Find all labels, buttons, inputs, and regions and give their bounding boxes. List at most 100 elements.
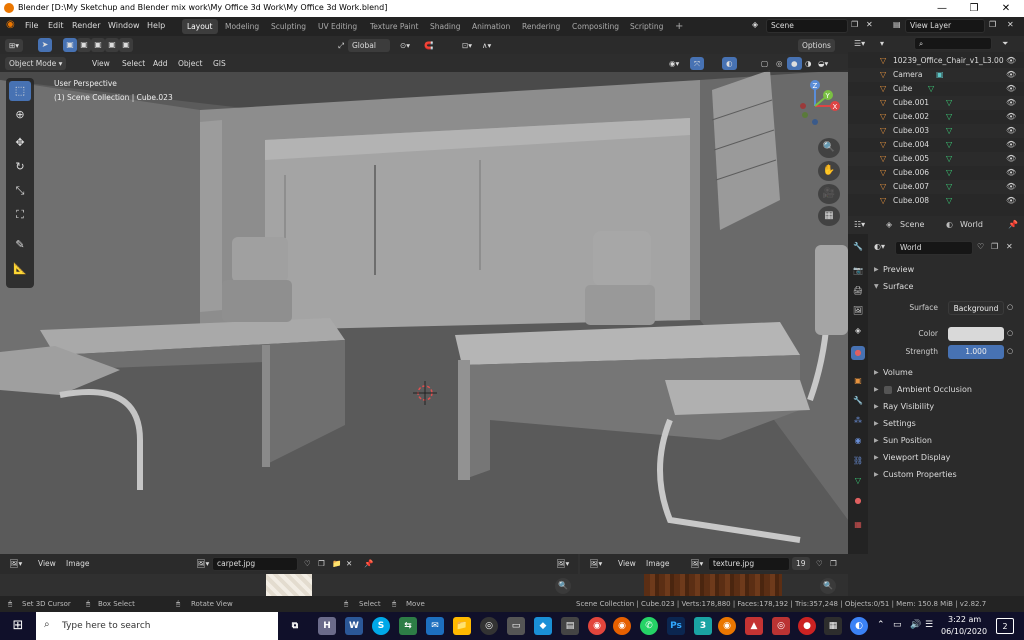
fake-user-icon[interactable]: ♡ xyxy=(977,242,984,251)
photoshop-icon[interactable]: Ps xyxy=(667,617,685,635)
app-icon[interactable]: 3 xyxy=(694,617,712,635)
visibility-icon[interactable]: ◉▾ xyxy=(665,57,683,70)
rendered-shading-icon[interactable]: ◒▾ xyxy=(814,57,832,70)
world-tab-icon[interactable]: ● xyxy=(851,346,865,360)
object-mode-dropdown[interactable]: Object Mode ▾ xyxy=(5,57,67,70)
image-editor-left-view-icon[interactable]: 🖼▾ xyxy=(552,557,573,570)
eye-icon[interactable]: 👁 xyxy=(1006,124,1016,138)
particles-tab-icon[interactable]: ⁂ xyxy=(851,414,865,428)
outliner-search-input[interactable]: ⌕ xyxy=(914,37,992,50)
view-layer-tab-icon[interactable]: 🖼 xyxy=(851,304,865,318)
pivot-point-icon[interactable]: ⊙▾ xyxy=(396,39,414,52)
outliner-item[interactable]: ▽ Cube.008 ▽ 👁 xyxy=(848,194,1024,208)
options-dropdown[interactable]: Options xyxy=(798,39,835,52)
app-icon[interactable]: ⇆ xyxy=(399,617,417,635)
eye-icon[interactable]: 👁 xyxy=(1006,194,1016,208)
outliner-item[interactable]: ▽ Cube.002 ▽ 👁 xyxy=(848,110,1024,124)
viewport-menu-view[interactable]: View xyxy=(88,57,114,70)
image-zoom-icon-right[interactable]: 🔍 xyxy=(820,578,836,594)
panel-settings[interactable]: ▶ Settings xyxy=(870,416,1022,432)
word-icon[interactable]: W xyxy=(345,617,363,635)
outliner-item[interactable]: ▽ Cube.005 ▽ 👁 xyxy=(848,152,1024,166)
select-intersect-icon[interactable]: ▣ xyxy=(119,38,133,52)
outliner-item[interactable]: ▽ Cube.003 ▽ 👁 xyxy=(848,124,1024,138)
editor-type-icon[interactable]: ⊞▾ xyxy=(5,39,24,52)
image-unlink-icon[interactable]: ✕ xyxy=(342,557,356,570)
transform-tool-icon[interactable]: ⛶ xyxy=(9,205,31,225)
image-zoom-icon-left[interactable]: 🔍 xyxy=(555,578,571,594)
tab-shading[interactable]: Shading xyxy=(425,19,465,34)
image-fake-user-icon[interactable]: ♡ xyxy=(812,557,827,570)
select-extend-icon[interactable]: ▣ xyxy=(77,38,91,52)
image-editor-right-menu-view[interactable]: View xyxy=(614,557,640,570)
measure-tool-icon[interactable]: 📐 xyxy=(9,259,31,279)
eye-icon[interactable]: 👁 xyxy=(1006,166,1016,180)
eye-icon[interactable]: 👁 xyxy=(1006,110,1016,124)
navigation-gizmo[interactable]: Z X Y xyxy=(795,78,845,138)
outliner-editor-icon[interactable]: ☰▾ xyxy=(854,39,865,48)
image-editor-left-menu-view[interactable]: View xyxy=(34,557,60,570)
minimize-button[interactable]: — xyxy=(926,0,958,17)
menu-help[interactable]: Help xyxy=(147,21,165,30)
eye-icon[interactable]: 👁 xyxy=(1006,152,1016,166)
image-browse-icon[interactable]: 🖼▾ xyxy=(192,557,213,570)
solid-shading-icon[interactable]: ● xyxy=(787,57,802,70)
zoom-icon[interactable]: 🔍 xyxy=(818,138,840,158)
panel-sun-position[interactable]: ▶ Sun Position xyxy=(870,433,1022,449)
select-tool-icon[interactable]: ➤ xyxy=(38,38,52,52)
app-icon[interactable]: ◎ xyxy=(772,617,790,635)
select-subtract-icon[interactable]: ▣ xyxy=(91,38,105,52)
scene-selector[interactable]: Scene xyxy=(766,19,848,33)
image-name-field-right[interactable]: texture.jpg xyxy=(708,557,790,571)
image-editor-right-menu-image[interactable]: Image xyxy=(642,557,674,570)
color-link-icon[interactable]: ○ xyxy=(1007,329,1013,337)
view-layer-icon[interactable]: ▤ xyxy=(893,20,901,29)
tool-tab-icon[interactable]: 🔧 xyxy=(851,240,865,254)
network-icon[interactable]: ▭ xyxy=(893,620,902,630)
panel-preview[interactable]: ▶ Preview xyxy=(870,262,1022,278)
eye-icon[interactable]: 👁 xyxy=(1006,96,1016,110)
tab-uv-editing[interactable]: UV Editing xyxy=(313,19,362,34)
app-icon[interactable]: ▭ xyxy=(507,617,525,635)
eye-icon[interactable]: 👁 xyxy=(1006,54,1016,68)
tab-texture-paint[interactable]: Texture Paint xyxy=(365,19,423,34)
file-explorer-icon[interactable]: 📁 xyxy=(453,617,471,635)
scene-icon[interactable]: ◈ xyxy=(752,20,758,29)
tab-sculpting[interactable]: Sculpting xyxy=(266,19,311,34)
snap-target-icon[interactable]: ⊡▾ xyxy=(458,39,476,52)
panel-ray-visibility[interactable]: ▶ Ray Visibility xyxy=(870,399,1022,415)
panel-surface[interactable]: ▼ Surface xyxy=(870,279,1022,295)
menu-file[interactable]: File xyxy=(25,21,38,30)
physics-tab-icon[interactable]: ◉ xyxy=(851,434,865,448)
image-duplicate-icon[interactable]: ❐ xyxy=(314,557,329,570)
display-mode-icon[interactable]: ▾ xyxy=(880,39,884,48)
app-icon[interactable]: ◐ xyxy=(850,617,868,635)
viewport-menu-object[interactable]: Object xyxy=(174,57,206,70)
outliner-item[interactable]: ▽ Cube.001 ▽ 👁 xyxy=(848,96,1024,110)
filter-icon[interactable]: ⏷ xyxy=(1002,39,1008,49)
strength-link-icon[interactable]: ○ xyxy=(1007,347,1013,355)
image-browse-icon[interactable]: 🖼▾ xyxy=(686,557,707,570)
transform-pivot-icon[interactable]: ⤢ xyxy=(334,39,348,52)
firefox-icon[interactable]: ◉ xyxy=(613,617,631,635)
view-layer-selector[interactable]: View Layer xyxy=(905,19,985,33)
tab-modeling[interactable]: Modeling xyxy=(220,19,264,34)
app-icon[interactable]: ● xyxy=(798,617,816,635)
tab-layout[interactable]: Layout xyxy=(182,19,218,34)
surface-shader-field[interactable]: Background xyxy=(948,301,1004,315)
strength-field[interactable]: 1.000 xyxy=(948,345,1004,359)
object-tab-icon[interactable]: ▣ xyxy=(851,374,865,388)
select-new-icon[interactable]: ▣ xyxy=(63,38,77,52)
viewport-menu-add[interactable]: Add xyxy=(149,57,172,70)
transform-orientation-dropdown[interactable]: Global xyxy=(348,39,390,52)
app-icon[interactable]: ◎ xyxy=(480,617,498,635)
outliner-item[interactable]: ▽ Cube ▽ 👁 xyxy=(848,82,1024,96)
app-icon[interactable]: ▤ xyxy=(561,617,579,635)
proportional-edit-icon[interactable]: ∧▾ xyxy=(478,39,495,52)
surface-link-icon[interactable]: ○ xyxy=(1007,303,1013,311)
material-tab-icon[interactable]: ● xyxy=(851,494,865,508)
task-view-icon[interactable]: ⧉ xyxy=(286,617,304,635)
mail-icon[interactable]: ✉ xyxy=(426,617,444,635)
data-tab-icon[interactable]: ▽ xyxy=(851,474,865,488)
blender-menu-icon[interactable]: ◉ xyxy=(6,19,15,30)
